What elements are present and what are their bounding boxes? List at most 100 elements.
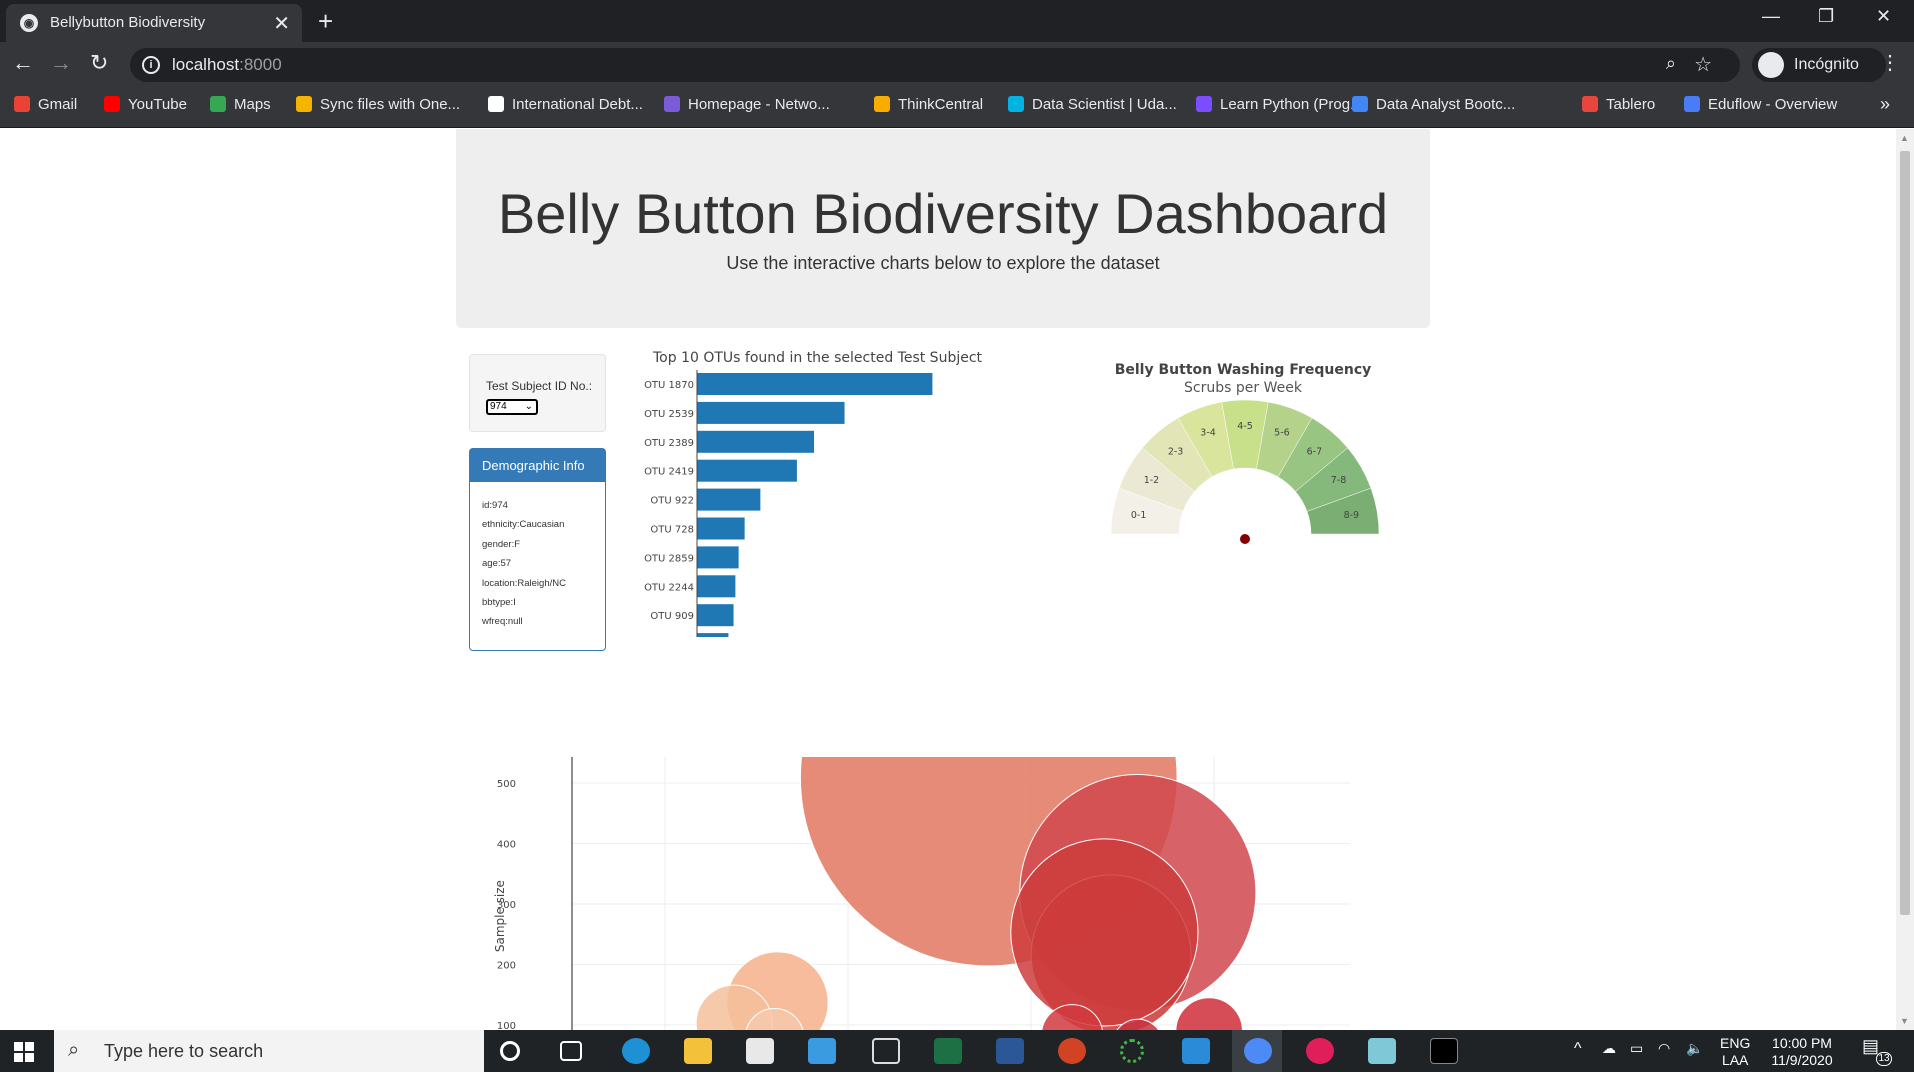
bookmark-item[interactable]: ThinkCentral [874,96,983,113]
gauge-segment-label: 7-8 [1331,475,1347,486]
bookmark-favicon-icon [210,96,226,112]
file-explorer-icon[interactable] [684,1038,712,1064]
bookmark-favicon-icon [296,96,312,112]
zoom-icon[interactable]: ⌕ [1666,53,1676,74]
bookmark-item[interactable]: International Debt... [488,96,643,113]
forward-icon[interactable]: → [50,50,72,76]
gauge-segment-label: 0-1 [1131,510,1147,521]
chrome-icon[interactable] [1244,1038,1272,1064]
bookmark-item[interactable]: Data Analyst Bootc... [1352,96,1515,113]
bookmark-item[interactable]: Eduflow - Overview [1684,96,1837,113]
bubble-y-axis-label: Sample size [493,880,507,952]
bar-category-label: OTU 2389 [644,438,694,449]
windows-start-icon[interactable] [14,1042,34,1062]
bar-otu-2419 [697,459,797,482]
3d-box-icon[interactable] [872,1038,900,1064]
top-otu-bar-chart: Top 10 OTUs found in the selected Test S… [644,350,983,637]
loading-app-icon[interactable] [1120,1039,1144,1063]
vscode-icon[interactable] [1182,1038,1210,1064]
lang-bottom: LAA [1721,1052,1749,1068]
demographic-row: age:57 [482,558,512,570]
onedrive-icon[interactable]: ☁ [1602,1040,1616,1057]
bookmark-item[interactable]: Maps [210,96,271,113]
page-title: Belly Button Biodiversity Dashboard [497,182,1389,245]
clock-time: 10:00 PM [1772,1035,1832,1051]
scrollbar-thumb[interactable] [1900,151,1910,915]
bookmark-favicon-icon [488,96,504,112]
otu-bubble-chart: 100200300400500Sample size [493,757,1350,1030]
bookmark-label: Tablero [1606,96,1656,113]
volume-icon[interactable]: 🔈 [1686,1040,1703,1057]
subject-selector-label: Test Subject ID No.: [486,379,593,393]
bookmark-item[interactable]: Data Scientist | Uda... [1008,96,1177,113]
bookmark-item[interactable]: YouTube [104,96,187,113]
reload-icon[interactable]: ↻ [90,50,108,76]
bookmark-label: Learn Python (Prog... [1220,96,1363,113]
windows-taskbar: ⌕ Type here to search ^ ☁ ▭ ◠ 🔈 ENG LAA … [0,1030,1914,1072]
tab-strip: ◉ Bellybutton Biodiversity ✕ + — ❐ ✕ [0,0,1914,42]
page-scrollbar[interactable]: ▲ ▼ [1896,129,1914,1030]
store-icon[interactable] [746,1038,774,1064]
incognito-icon [1758,52,1784,78]
menu-icon[interactable]: ⋮ [1880,50,1900,75]
word-icon[interactable] [996,1038,1024,1064]
battery-icon[interactable]: ▭ [1630,1040,1643,1057]
bookmark-favicon-icon [14,96,30,112]
demographic-row: gender:F [482,538,521,550]
task-view-icon[interactable] [560,1041,582,1061]
gauge-title: Belly Button Washing Frequency [1115,362,1372,378]
bookmark-label: YouTube [128,96,187,113]
wash-frequency-gauge: Belly Button Washing Frequency Scrubs per… [1110,362,1380,544]
excel-icon[interactable] [934,1038,962,1064]
browser-tab[interactable]: ◉ Bellybutton Biodiversity ✕ [6,4,302,42]
bar-category-label: OTU 728 [650,525,694,536]
language-indicator[interactable]: ENG LAA [1720,1035,1750,1069]
bookmark-item[interactable]: Tablero [1582,96,1655,113]
subject-id-dropdown[interactable]: 974 ⌄ [486,399,538,415]
address-bar[interactable]: i localhost:8000 ⌕ ☆ [130,48,1740,82]
bubble-y-tick-label: 500 [497,779,516,790]
incognito-profile-button[interactable]: Incógnito [1752,48,1886,82]
bookmark-star-icon[interactable]: ☆ [1694,52,1712,77]
bookmark-favicon-icon [1196,96,1212,112]
tab-title: Bellybutton Biodiversity [50,14,206,31]
notification-icon[interactable]: ▤ [1862,1037,1879,1055]
bar-otu-2539 [697,401,845,424]
page-subtitle: Use the interactive charts below to expl… [726,253,1160,273]
tray-expand-icon[interactable]: ^ [1574,1040,1582,1057]
bookmark-item[interactable]: Homepage - Netwo... [664,96,830,113]
bubble-y-tick-label: 100 [497,1021,516,1030]
subject-selector-well: Test Subject ID No.: 974 ⌄ [469,354,606,432]
slack-icon[interactable] [1306,1038,1334,1064]
edge-icon[interactable] [622,1038,650,1064]
bookmark-item[interactable]: Gmail [14,96,77,113]
gauge-segment-label: 5-6 [1274,428,1290,439]
close-tab-icon[interactable]: ✕ [273,11,290,36]
notepad-icon[interactable] [1368,1038,1396,1064]
restore-icon[interactable]: ❐ [1818,6,1834,27]
taskbar-search[interactable]: ⌕ Type here to search [54,1030,484,1072]
mail-icon[interactable] [808,1038,836,1064]
back-icon[interactable]: ← [12,50,34,76]
bookmark-item[interactable]: Sync files with One... [296,96,460,113]
minimize-icon[interactable]: — [1762,6,1780,27]
bar-otu-2389 [697,430,815,453]
wifi-icon[interactable]: ◠ [1658,1040,1670,1057]
bookmark-label: Data Analyst Bootc... [1376,96,1516,113]
url-text: localhost:8000 [172,55,282,75]
demographic-row: location:Raleigh/NC [482,577,566,589]
bookmark-item[interactable]: Learn Python (Prog... [1196,96,1363,113]
bookmark-label: Homepage - Netwo... [688,96,830,113]
cortana-icon[interactable] [500,1041,520,1061]
powerpoint-icon[interactable] [1058,1038,1086,1064]
new-tab-button[interactable]: + [318,6,333,37]
terminal-icon[interactable] [1430,1038,1458,1064]
bar-category-label: OTU 2859 [644,553,694,564]
more-bookmarks-icon[interactable]: » [1880,94,1890,115]
bookmark-label: ThinkCentral [898,96,984,113]
clock[interactable]: 10:00 PM 11/9/2020 [1766,1035,1838,1069]
bubble-point [1010,838,1199,1027]
demographic-row: id:974 [482,500,508,511]
site-info-icon[interactable]: i [142,56,160,74]
close-window-icon[interactable]: ✕ [1876,6,1891,27]
